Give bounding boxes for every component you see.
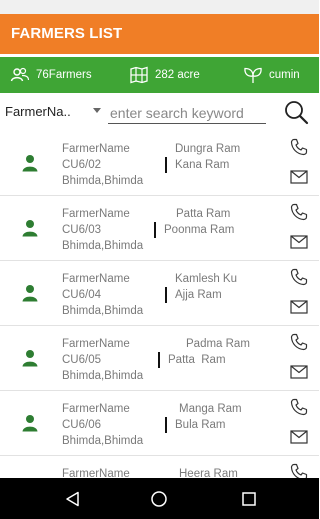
farmer-name-label: FarmerName: [62, 338, 130, 350]
farmer-names: Heera Ram: [175, 466, 238, 478]
farmer-father-name: Poonma Ram: [164, 224, 235, 236]
farmer-list-item[interactable]: FarmerName CU6/02 Bhimda,Bhimda Dungra R…: [0, 132, 319, 196]
stat-crop-label: cumin: [269, 69, 300, 81]
nav-back-button[interactable]: [60, 486, 86, 512]
farmer-father-name: Ajja Ram: [175, 289, 222, 301]
farmer-info: FarmerName CU6/02 Bhimda,Bhimda: [62, 141, 143, 189]
farmer-name-label: FarmerName: [62, 273, 130, 285]
recents-icon: [242, 492, 256, 506]
nav-home-button[interactable]: [146, 486, 172, 512]
page-title: FARMERS LIST: [11, 25, 123, 42]
app-bar: FARMERS LIST: [0, 14, 319, 54]
farmer-list-item[interactable]: FarmerName Heera Ram: [0, 457, 319, 478]
stat-area: 282 acre: [129, 57, 200, 93]
stat-crop: cumin: [243, 57, 300, 93]
farmer-name-label: FarmerName: [62, 468, 130, 478]
system-nav-bar: [0, 478, 319, 519]
farmer-code: CU6/06: [62, 419, 101, 431]
mail-icon[interactable]: [290, 170, 308, 184]
back-icon: [66, 491, 79, 507]
farmer-avatar-icon: [22, 285, 38, 302]
divider: [165, 287, 167, 303]
phone-icon[interactable]: [290, 398, 308, 416]
farmer-names: Dungra Ram Kana Ram: [165, 141, 241, 173]
farmer-avatar-icon: [22, 350, 38, 367]
farmer-location: Bhimda,Bhimda: [62, 175, 144, 187]
farmer-location: Bhimda,Bhimda: [62, 435, 144, 447]
search-field-value: FarmerNa..: [5, 103, 71, 119]
farmer-name-label: FarmerName: [62, 403, 130, 415]
phone-icon[interactable]: [290, 203, 308, 221]
farmer-name: Patta Ram: [176, 208, 231, 220]
stats-bar: 76Farmers 282 acre cumin: [0, 57, 319, 93]
divider: [158, 352, 160, 368]
farmer-list-item[interactable]: FarmerName CU6/05 Bhimda,Bhimda Padma Ra…: [0, 327, 319, 391]
farmer-name-label: FarmerName: [62, 143, 130, 155]
farmer-father-name: Bula Ram: [175, 419, 226, 431]
search-row: FarmerNa..: [0, 94, 319, 132]
farmer-location: Bhimda,Bhimda: [62, 305, 144, 317]
farmer-names: Padma Ram Patta Ram: [158, 336, 250, 368]
farmer-name: Heera Ram: [179, 468, 238, 478]
phone-icon[interactable]: [290, 138, 308, 156]
farmer-name: Padma Ram: [186, 338, 250, 350]
farmer-names: Kamlesh Ku Ajja Ram: [165, 271, 238, 303]
farmer-names: Manga Ram Bula Ram: [165, 401, 242, 433]
search-input[interactable]: [108, 102, 266, 124]
farmer-code: CU6/05: [62, 354, 101, 366]
phone-icon[interactable]: [290, 333, 308, 351]
farmer-code: CU6/04: [62, 289, 101, 301]
home-icon: [151, 491, 167, 507]
farmer-avatar-icon: [22, 220, 38, 237]
farmer-location: Bhimda,Bhimda: [62, 370, 144, 382]
divider: [154, 222, 156, 238]
field-map-icon: [130, 66, 148, 84]
farmer-name-label: FarmerName: [62, 208, 130, 220]
farmer-info: FarmerName CU6/06 Bhimda,Bhimda: [62, 401, 143, 449]
farmer-avatar-icon: [22, 155, 38, 172]
farmer-list: FarmerName CU6/02 Bhimda,Bhimda Dungra R…: [0, 132, 319, 478]
dropdown-caret-icon: [93, 108, 101, 113]
farmer-list-item[interactable]: FarmerName CU6/06 Bhimda,Bhimda Manga Ra…: [0, 392, 319, 456]
farmer-info: FarmerName CU6/03 Bhimda,Bhimda: [62, 206, 143, 254]
mail-icon[interactable]: [290, 300, 308, 314]
farmer-name: Dungra Ram: [175, 143, 241, 155]
farmer-father-name: Kana Ram: [175, 159, 230, 171]
farmer-list-item[interactable]: FarmerName CU6/04 Bhimda,Bhimda Kamlesh …: [0, 262, 319, 326]
farmers-group-icon: [10, 67, 30, 82]
phone-icon[interactable]: [290, 268, 308, 286]
farmer-info: FarmerName CU6/05 Bhimda,Bhimda: [62, 336, 143, 384]
farmer-code: CU6/03: [62, 224, 101, 236]
farmer-location: Bhimda,Bhimda: [62, 240, 144, 252]
stat-farmers: 76Farmers: [10, 57, 92, 93]
farmer-info: FarmerName: [62, 466, 130, 478]
farmer-name: Manga Ram: [179, 403, 242, 415]
phone-icon[interactable]: [290, 463, 308, 478]
mail-icon[interactable]: [290, 430, 308, 444]
farmer-father-name: Patta Ram: [168, 354, 226, 366]
farmer-names: Patta Ram Poonma Ram: [154, 206, 235, 238]
farmer-info: FarmerName CU6/04 Bhimda,Bhimda: [62, 271, 143, 319]
nav-recents-button[interactable]: [236, 486, 262, 512]
farmer-code: CU6/02: [62, 159, 101, 171]
stat-farmers-label: 76Farmers: [36, 69, 92, 81]
stat-area-label: 282 acre: [155, 69, 200, 81]
farmer-avatar-icon: [22, 415, 38, 432]
status-bar: [0, 0, 319, 14]
farmer-list-item[interactable]: FarmerName CU6/03 Bhimda,Bhimda Patta Ra…: [0, 197, 319, 261]
mail-icon[interactable]: [290, 365, 308, 379]
search-field-dropdown[interactable]: FarmerNa..: [5, 99, 105, 123]
divider: [165, 157, 167, 173]
mail-icon[interactable]: [290, 235, 308, 249]
search-icon[interactable]: [283, 99, 309, 125]
divider: [165, 417, 167, 433]
crop-leaf-icon: [244, 67, 262, 83]
farmer-name: Kamlesh Ku: [175, 273, 238, 285]
